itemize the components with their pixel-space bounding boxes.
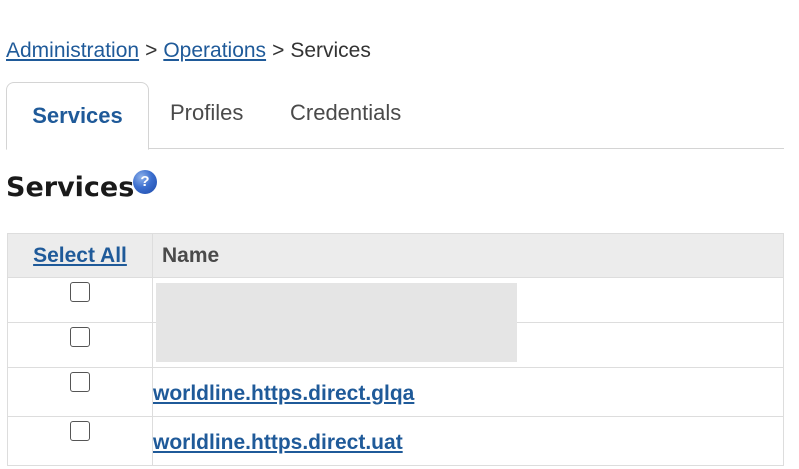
breadcrumb-administration-link[interactable]: Administration — [6, 39, 139, 62]
tab-bar: Services Profiles Credentials — [6, 82, 784, 150]
redacted-block — [156, 283, 517, 362]
tab-profiles[interactable]: Profiles — [170, 82, 243, 147]
service-name-cell: worldline.https.direct.glqa — [152, 367, 784, 417]
table-header-row: Select All Name — [7, 233, 784, 278]
row-checkbox[interactable] — [70, 327, 90, 347]
select-all-link[interactable]: Select All — [33, 244, 127, 267]
checkbox-cell — [7, 367, 153, 417]
tab-services[interactable]: Services — [6, 82, 149, 150]
tab-credentials[interactable]: Credentials — [290, 82, 401, 147]
checkbox-cell — [7, 277, 153, 323]
breadcrumb-separator: > — [272, 39, 285, 62]
breadcrumb-operations-link[interactable]: Operations — [163, 39, 266, 62]
breadcrumb-current: Services — [290, 39, 371, 62]
breadcrumb-separator: > — [145, 39, 158, 62]
breadcrumb: Administration > Operations > Services — [6, 38, 371, 64]
service-link[interactable]: worldline.https.direct.uat — [153, 421, 403, 465]
service-name-cell: worldline.https.direct.uat — [152, 416, 784, 466]
row-checkbox[interactable] — [70, 282, 90, 302]
table-row: worldline.https.direct.uat — [7, 416, 784, 466]
checkbox-cell — [7, 322, 153, 368]
name-column-header[interactable]: Name — [152, 233, 784, 278]
checkbox-cell — [7, 416, 153, 466]
row-checkbox[interactable] — [70, 421, 90, 441]
select-all-header: Select All — [7, 233, 153, 278]
service-link[interactable]: worldline.https.direct.glqa — [153, 372, 414, 416]
row-checkbox[interactable] — [70, 372, 90, 392]
page-title: Services — [6, 172, 135, 203]
help-icon[interactable]: ? — [133, 170, 157, 194]
table-row: worldline.https.direct.glqa — [7, 367, 784, 417]
